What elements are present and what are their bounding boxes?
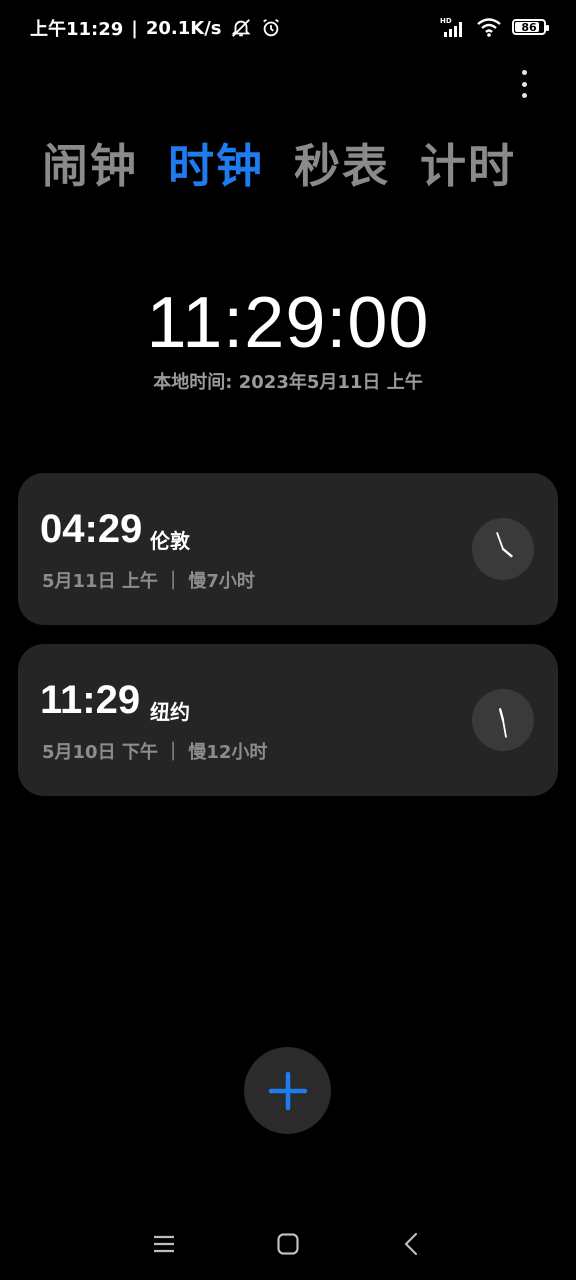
navigation-bar [0,1218,576,1274]
status-time: 上午11:29 [30,19,124,40]
battery-level: 86 [521,20,537,34]
city-time: 04:29 [40,507,143,551]
menu-icon[interactable] [152,1232,176,1256]
mute-icon [230,19,251,37]
tab-timer[interactable]: 计时 [420,140,516,192]
city-meta: 5月11日 上午 ｜ 慢7小时 [42,571,255,592]
plus-icon [268,1071,307,1110]
net-speed: 20.1K/s [145,17,222,39]
local-time: 11:29:00 [146,283,430,363]
status-bar: 上午11:29 | 20.1K/s HD 86 [0,0,576,56]
analog-clock-icon [472,689,534,751]
battery-icon: 86 [512,19,549,35]
city-time: 11:29 [40,678,141,722]
svg-text:HD: HD [440,17,452,25]
city-meta: 5月10日 下午 ｜ 慢12小时 [42,742,268,763]
home-icon[interactable] [276,1232,300,1256]
city-name: 纽约 [150,700,190,724]
status-right: HD 86 [440,16,549,38]
tab-clock[interactable]: 时钟 [168,140,264,192]
local-date: 本地时间: 2023年5月11日 上午 [153,372,423,393]
status-left: 上午11:29 | 20.1K/s [30,15,282,41]
tab-bar: 闹钟 时钟 秒表 计时 [42,140,516,192]
status-separator: | [131,17,138,39]
city-card-london[interactable]: 04:29 伦敦 5月11日 上午 ｜ 慢7小时 [18,473,558,625]
alarm-icon [262,18,279,37]
tab-stopwatch[interactable]: 秒表 [294,140,390,192]
hd-signal-icon: HD [440,17,462,37]
analog-clock-icon [472,518,534,580]
more-vert-icon [521,70,527,75]
add-city-button[interactable] [244,1047,331,1134]
city-card-new-york[interactable]: 11:29 纽约 5月10日 下午 ｜ 慢12小时 [18,644,558,796]
tab-alarm[interactable]: 闹钟 [42,140,138,192]
city-name: 伦敦 [150,529,190,553]
more-options-button[interactable] [512,70,536,98]
back-icon[interactable] [400,1232,424,1256]
wifi-icon [477,18,501,37]
